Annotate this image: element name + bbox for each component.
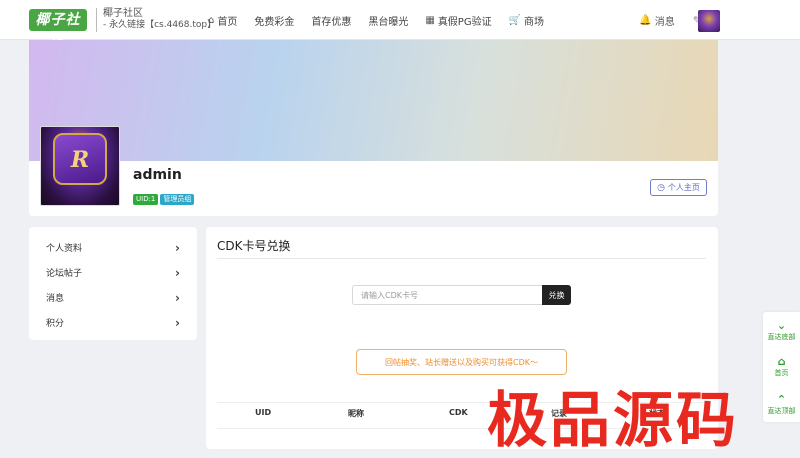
cart-icon: 🛒: [508, 14, 522, 26]
personal-home-button[interactable]: ◷ 个人主页: [650, 179, 707, 196]
menu-item-posts[interactable]: 论坛帖子 ›: [29, 260, 197, 285]
nav-item-home[interactable]: ⌂ 首页: [208, 13, 237, 28]
role-badge: 管理员组: [160, 194, 195, 205]
chevron-right-icon: ›: [175, 315, 180, 330]
redeem-button[interactable]: 兑换: [542, 285, 571, 305]
tool-label: 直达底部: [767, 333, 796, 341]
chevron-right-icon: ›: [175, 240, 180, 255]
tool-label: 直达顶部: [767, 407, 796, 415]
profile-banner: [29, 40, 718, 161]
chevron-right-icon: ›: [175, 265, 180, 280]
nav-item-pg-verify[interactable]: ▦ 真假PG验证: [425, 13, 491, 28]
user-avatar[interactable]: [698, 10, 720, 32]
menu-item-label: 论坛帖子: [46, 269, 83, 279]
main-nav: ⌂ 首页 免费彩金 首存优惠 黑台曝光 ▦ 真假PG验证 🛒 商场: [208, 0, 561, 40]
scroll-bottom-button[interactable]: ⌄ 直达底部: [763, 320, 800, 342]
cdk-input[interactable]: [352, 285, 542, 305]
messages-label: 消息: [654, 16, 675, 28]
side-menu: 个人资料 › 论坛帖子 › 消息 › 积分 ›: [29, 227, 197, 340]
username: admin: [133, 167, 182, 183]
site-meta: 椰子社区 - 永久链接【cs.4468.top】: [96, 8, 216, 32]
scroll-top-button[interactable]: ⌃ 直达顶部: [763, 394, 800, 416]
home-icon: ⌂: [208, 14, 215, 26]
profile-avatar: R: [40, 126, 120, 206]
column-header: 昵称: [348, 409, 364, 418]
menu-item-profile[interactable]: 个人资料 ›: [29, 235, 197, 260]
menu-item-points[interactable]: 积分 ›: [29, 310, 197, 335]
site-name: 椰子社区: [103, 8, 143, 19]
nav-item-first-deposit[interactable]: 首存优惠: [311, 13, 351, 28]
nav-label: 真假PG验证: [437, 16, 492, 28]
nav-label: 首存优惠: [311, 16, 352, 28]
menu-item-label: 积分: [46, 319, 65, 329]
watermark-text: 极品源码: [487, 386, 739, 456]
nav-item-blacklist[interactable]: 黑台曝光: [368, 13, 408, 28]
user-badges: UID:1 管理员组: [133, 194, 196, 205]
title-divider: [217, 258, 706, 259]
uid-badge: UID:1: [133, 194, 159, 205]
column-header: CDK: [449, 408, 468, 417]
page-title: CDK卡号兑换: [217, 239, 291, 253]
nav-item-free-bonus[interactable]: 免费彩金: [254, 13, 294, 28]
menu-item-label: 个人资料: [46, 244, 83, 254]
top-nav: 椰子社区 椰子社区 - 永久链接【cs.4468.top】 ⌂ 首页 免费彩金 …: [0, 0, 800, 50]
chevron-right-icon: ›: [175, 290, 180, 305]
cdk-notice: 回帖抽奖、站长赠送以及购买可获得CDK～: [356, 349, 567, 375]
chevron-up-icon: ⌃: [776, 393, 787, 406]
bell-icon: 🔔: [639, 14, 652, 26]
avatar-letter-logo: R: [70, 147, 90, 173]
menu-item-messages[interactable]: 消息 ›: [29, 285, 197, 310]
site-logo[interactable]: 椰子社区: [29, 9, 87, 50]
profile-card: R admin UID:1 管理员组 ◷ 个人主页: [29, 40, 718, 216]
chevron-down-icon: ⌄: [776, 319, 787, 332]
clock-icon: ◷: [657, 182, 665, 193]
messages-link[interactable]: 🔔 消息: [639, 13, 674, 28]
home-tool-button[interactable]: ⌂ 首页: [763, 356, 800, 378]
nav-label: 首页: [217, 16, 238, 28]
site-link[interactable]: - 永久链接【cs.4468.top】: [103, 19, 216, 32]
personal-home-label: 个人主页: [667, 183, 700, 192]
floating-tools: ⌄ 直达底部 ⌂ 首页 ⌃ 直达顶部: [763, 312, 800, 422]
film-icon: ▦: [425, 14, 435, 26]
tool-label: 首页: [774, 369, 789, 377]
nav-label: 商场: [524, 16, 545, 28]
avatar-emblem: R: [53, 133, 107, 185]
home-icon: ⌂: [777, 355, 786, 368]
nav-label: 免费彩金: [254, 16, 295, 28]
menu-item-label: 消息: [46, 294, 65, 304]
nav-label: 黑台曝光: [368, 16, 409, 28]
column-header: UID: [255, 408, 272, 417]
nav-item-shop[interactable]: 🛒 商场: [509, 13, 544, 28]
